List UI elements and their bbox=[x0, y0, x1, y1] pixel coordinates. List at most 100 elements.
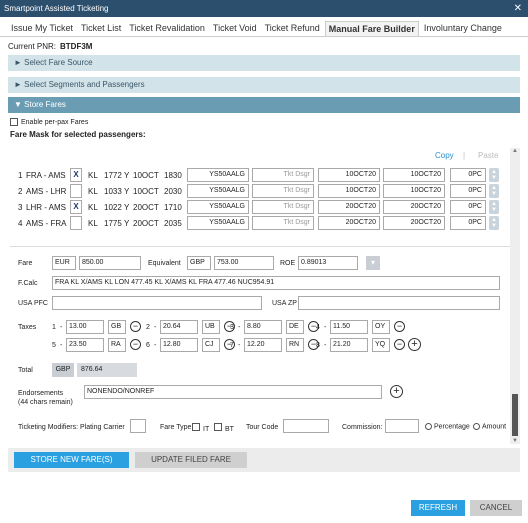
remove-tax-icon[interactable]: − bbox=[394, 321, 405, 332]
segment-baggage-input[interactable]: 0PC bbox=[450, 216, 486, 230]
fare-type-it[interactable]: IT bbox=[192, 423, 209, 433]
tab-manual-fare-builder[interactable]: Manual Fare Builder bbox=[324, 21, 419, 37]
section-select-fare-source[interactable]: ► Select Fare Source bbox=[8, 55, 520, 71]
tax-code-input[interactable]: CJ bbox=[202, 338, 220, 352]
tax-amount-input[interactable]: 11.50 bbox=[330, 320, 368, 334]
segment-fare-basis-input[interactable]: YS50AALG bbox=[187, 200, 249, 214]
tab-involuntary-change[interactable]: Involuntary Change bbox=[421, 21, 505, 37]
tax-code-input[interactable]: OY bbox=[372, 320, 390, 334]
segment-baggage-input[interactable]: 0PC bbox=[450, 168, 486, 182]
endorsements-input[interactable]: NONENDO/NONREF bbox=[84, 385, 382, 399]
tab-ticket-refund[interactable]: Ticket Refund bbox=[262, 21, 323, 37]
segment-nva-input[interactable]: 20OCT20 bbox=[383, 200, 445, 214]
tax-dash: - bbox=[154, 342, 157, 349]
tab-divider bbox=[0, 36, 528, 37]
equivalent-currency-input[interactable]: GBP bbox=[187, 256, 211, 270]
tax-amount-input[interactable]: 8.80 bbox=[244, 320, 282, 334]
segment-baggage-input[interactable]: 0PC bbox=[450, 200, 486, 214]
remove-tax-icon[interactable]: − bbox=[130, 339, 141, 350]
scroll-up-icon[interactable]: ▲ bbox=[512, 148, 518, 154]
segment-designator-input[interactable]: Tkt Dsgr bbox=[252, 184, 314, 198]
segment-baggage-input[interactable]: 0PC bbox=[450, 184, 486, 198]
usa-zp-input[interactable] bbox=[298, 296, 500, 310]
vertical-scrollbar[interactable]: ▲ ▼ bbox=[510, 148, 520, 444]
tax-amount-input[interactable]: 21.20 bbox=[330, 338, 368, 352]
fare-type-bt[interactable]: BT bbox=[214, 423, 234, 433]
segment-x-toggle[interactable]: X bbox=[70, 200, 82, 214]
tax-amount-input[interactable]: 13.00 bbox=[66, 320, 104, 334]
tab-ticket-void[interactable]: Ticket Void bbox=[210, 21, 260, 37]
fare-amount-input[interactable]: 850.00 bbox=[79, 256, 141, 270]
copy-link[interactable]: Copy bbox=[435, 151, 454, 160]
plating-carrier-input[interactable] bbox=[130, 419, 146, 433]
segment-designator-input[interactable]: Tkt Dsgr bbox=[252, 216, 314, 230]
fare-currency-input[interactable]: EUR bbox=[52, 256, 76, 270]
per-pax-checkbox[interactable] bbox=[10, 118, 18, 126]
percentage-radio[interactable]: Percentage bbox=[425, 423, 470, 430]
roe-input[interactable]: 0.89013 bbox=[298, 256, 358, 270]
percentage-radio-icon[interactable] bbox=[425, 423, 432, 430]
tax-amount-input[interactable]: 12.20 bbox=[244, 338, 282, 352]
tab-ticket-list[interactable]: Ticket List bbox=[78, 21, 124, 37]
segment-x-toggle[interactable] bbox=[70, 216, 82, 230]
tax-code-input[interactable]: GB bbox=[108, 320, 126, 334]
tax-code-input[interactable]: RA bbox=[108, 338, 126, 352]
cancel-button[interactable]: CANCEL bbox=[470, 500, 522, 516]
segment-nvb-input[interactable]: 20OCT20 bbox=[318, 200, 380, 214]
amount-radio-icon[interactable] bbox=[473, 423, 480, 430]
segment-nvb-input[interactable]: 10OCT20 bbox=[318, 168, 380, 182]
fcalc-input[interactable]: FRA KL X/AMS KL LON 477.45 KL X/AMS KL F… bbox=[52, 276, 500, 290]
refresh-button[interactable]: REFRESH bbox=[411, 500, 465, 516]
scroll-down-icon[interactable]: ▼ bbox=[512, 438, 518, 444]
segment-designator-input[interactable]: Tkt Dsgr bbox=[252, 168, 314, 182]
remove-tax-icon[interactable]: − bbox=[394, 339, 405, 350]
tour-code-input[interactable] bbox=[283, 419, 329, 433]
segment-fare-basis-input[interactable]: YS50AALG bbox=[187, 168, 249, 182]
baggage-stepper-icon[interactable]: ▲ ▼ bbox=[489, 168, 499, 182]
segment-fare-basis-input[interactable]: YS50AALG bbox=[187, 216, 249, 230]
tax-code-input[interactable]: YQ bbox=[372, 338, 390, 352]
segment-nva-input[interactable]: 10OCT20 bbox=[383, 168, 445, 182]
endorsements-label: Endorsements bbox=[18, 390, 64, 397]
commission-input[interactable] bbox=[385, 419, 419, 433]
bt-checkbox[interactable] bbox=[214, 423, 222, 431]
tab-ticket-revalidation[interactable]: Ticket Revalidation bbox=[126, 21, 208, 37]
segment-x-toggle[interactable]: X bbox=[70, 168, 82, 182]
segment-nvb-input[interactable]: 10OCT20 bbox=[318, 184, 380, 198]
close-icon[interactable]: ✕ bbox=[514, 0, 522, 17]
remove-tax-icon[interactable]: − bbox=[130, 321, 141, 332]
section-store-fares[interactable]: ▼ Store Fares bbox=[8, 97, 520, 113]
add-endorsement-icon[interactable]: + bbox=[390, 385, 403, 398]
segment-fare-basis-input[interactable]: YS50AALG bbox=[187, 184, 249, 198]
tax-amount-input[interactable]: 23.50 bbox=[66, 338, 104, 352]
store-new-fares-button[interactable]: STORE NEW FARE(S) bbox=[14, 452, 129, 468]
section-select-segments[interactable]: ► Select Segments and Passengers bbox=[8, 77, 520, 93]
baggage-stepper-icon[interactable]: ▲ ▼ bbox=[489, 216, 499, 230]
roe-down-icon[interactable]: ▾ bbox=[366, 256, 380, 270]
tax-code-input[interactable]: RN bbox=[286, 338, 304, 352]
tax-amount-input[interactable]: 12.80 bbox=[160, 338, 198, 352]
tax-code-input[interactable]: DE bbox=[286, 320, 304, 334]
usa-pfc-input[interactable] bbox=[52, 296, 262, 310]
tax-dash: - bbox=[324, 324, 327, 331]
scroll-thumb[interactable] bbox=[512, 394, 518, 436]
tab-issue-my-ticket[interactable]: Issue My Ticket bbox=[8, 21, 76, 37]
baggage-stepper-icon[interactable]: ▲ ▼ bbox=[489, 184, 499, 198]
segment-nva-input[interactable]: 20OCT20 bbox=[383, 216, 445, 230]
percentage-label: Percentage bbox=[434, 423, 470, 431]
add-tax-icon[interactable]: + bbox=[408, 338, 421, 351]
paste-link[interactable]: Paste bbox=[478, 151, 498, 160]
tax-code-input[interactable]: UB bbox=[202, 320, 220, 334]
update-filed-fare-button[interactable]: UPDATE FILED FARE bbox=[135, 452, 247, 468]
fare-type-label: Fare Type bbox=[160, 424, 192, 431]
segment-x-toggle[interactable] bbox=[70, 184, 82, 198]
segment-nvb-input[interactable]: 20OCT20 bbox=[318, 216, 380, 230]
tax-amount-input[interactable]: 20.64 bbox=[160, 320, 198, 334]
baggage-stepper-icon[interactable]: ▲ ▼ bbox=[489, 200, 499, 214]
equivalent-amount-input[interactable]: 753.00 bbox=[214, 256, 274, 270]
segment-nva-input[interactable]: 10OCT20 bbox=[383, 184, 445, 198]
segment-designator-input[interactable]: Tkt Dsgr bbox=[252, 200, 314, 214]
tax-number: 6 bbox=[146, 342, 150, 349]
amount-radio[interactable]: Amount bbox=[473, 423, 506, 430]
it-checkbox[interactable] bbox=[192, 423, 200, 431]
